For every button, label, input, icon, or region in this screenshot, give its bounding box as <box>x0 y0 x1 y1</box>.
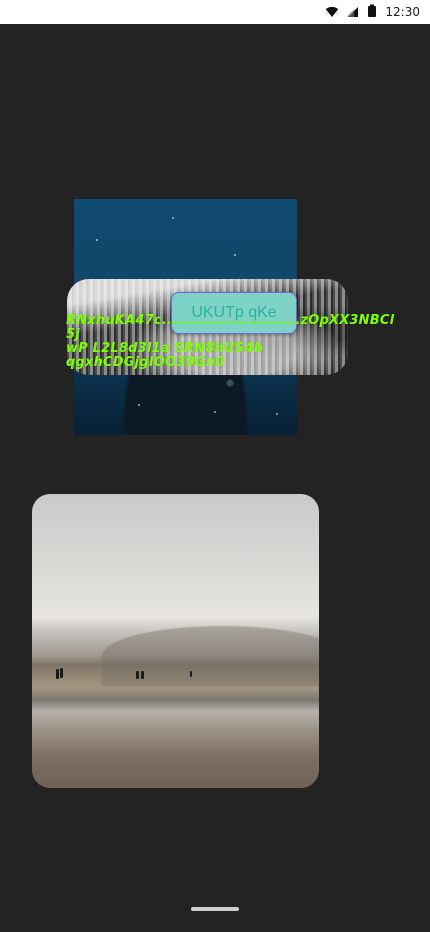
overlay-text-line-3: wP L2L8d3l1a SRN8hUS4b <box>66 341 264 356</box>
battery-icon <box>367 3 377 22</box>
main-content <box>0 24 430 932</box>
home-indicator[interactable] <box>191 907 239 911</box>
signal-icon <box>346 3 359 22</box>
status-time: 12:30 <box>385 5 420 19</box>
overlay-text-line-4: qgxhCDGjgIOO39Gn0 <box>66 355 225 370</box>
beach-photo <box>32 494 319 788</box>
overlay-text-line-1: RNxhuKA47c...........................zOp… <box>66 313 395 328</box>
beach-person <box>56 669 59 679</box>
status-bar: 12:30 <box>0 0 430 24</box>
overlay-text: RNxhuKA47c...........................zOp… <box>66 314 406 370</box>
beach-person <box>190 671 192 677</box>
wifi-icon <box>325 3 339 22</box>
beach-person <box>136 671 139 679</box>
distant-hills <box>102 626 319 686</box>
beach-person <box>60 668 63 678</box>
beach-person <box>141 671 144 679</box>
status-icons: 12:30 <box>325 4 420 20</box>
overlay-text-line-2: 5j <box>66 327 80 342</box>
